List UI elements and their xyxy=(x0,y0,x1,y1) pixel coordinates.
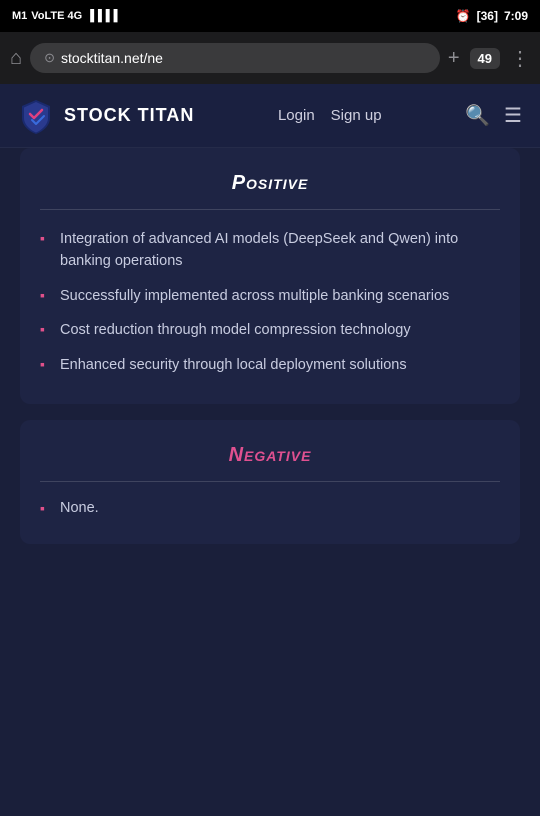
browser-actions: + 49 ⋮ xyxy=(448,46,530,71)
signal-icon: ▐▐▐▐ xyxy=(86,10,117,22)
carrier-text: M1 xyxy=(12,10,27,22)
positive-section: Positive Integration of advanced AI mode… xyxy=(20,148,520,404)
positive-divider xyxy=(40,209,500,210)
nav-links: Login Sign up xyxy=(278,107,382,124)
list-item: Enhanced security through local deployme… xyxy=(40,354,500,376)
address-bar[interactable]: ⊙ stocktitan.net/ne xyxy=(30,43,440,73)
signup-link[interactable]: Sign up xyxy=(331,107,382,124)
positive-title: Positive xyxy=(40,172,500,195)
site-logo[interactable]: STOCK TITAN xyxy=(18,98,194,134)
network-text: VoLTE 4G xyxy=(31,10,82,22)
negative-title: Negative xyxy=(40,444,500,467)
menu-icon[interactable]: ☰ xyxy=(504,103,522,128)
nav-bar: STOCK TITAN Login Sign up 🔍 ☰ xyxy=(0,84,540,148)
logo-icon xyxy=(18,98,54,134)
status-left: M1 VoLTE 4G ▐▐▐▐ xyxy=(12,10,117,22)
list-item: Integration of advanced AI models (DeepS… xyxy=(40,228,500,273)
tab-count-badge[interactable]: 49 xyxy=(470,48,500,69)
home-icon[interactable]: ⌂ xyxy=(10,47,22,70)
positive-bullet-list: Integration of advanced AI models (DeepS… xyxy=(40,228,500,376)
more-options-button[interactable]: ⋮ xyxy=(510,46,530,71)
alarm-icon: ⏰ xyxy=(456,9,471,23)
login-link[interactable]: Login xyxy=(278,107,315,124)
time-text: 7:09 xyxy=(504,9,528,23)
nav-icons: 🔍 ☰ xyxy=(465,103,522,128)
site-security-icon: ⊙ xyxy=(44,50,55,66)
search-icon[interactable]: 🔍 xyxy=(465,103,490,128)
status-bar: M1 VoLTE 4G ▐▐▐▐ ⏰ [36] 7:09 xyxy=(0,0,540,32)
logo-text: STOCK TITAN xyxy=(64,105,194,126)
list-item: Successfully implemented across multiple… xyxy=(40,285,500,307)
url-text: stocktitan.net/ne xyxy=(61,50,163,66)
browser-chrome: ⌂ ⊙ stocktitan.net/ne + 49 ⋮ xyxy=(0,32,540,84)
main-content: Positive Integration of advanced AI mode… xyxy=(0,148,540,580)
battery-text: [36] xyxy=(477,9,498,23)
status-right: ⏰ [36] 7:09 xyxy=(456,9,528,23)
negative-section: Negative None. xyxy=(20,420,520,544)
negative-divider xyxy=(40,481,500,482)
add-tab-button[interactable]: + xyxy=(448,47,460,70)
list-item: Cost reduction through model compression… xyxy=(40,319,500,341)
negative-none-text: None. xyxy=(40,500,500,516)
